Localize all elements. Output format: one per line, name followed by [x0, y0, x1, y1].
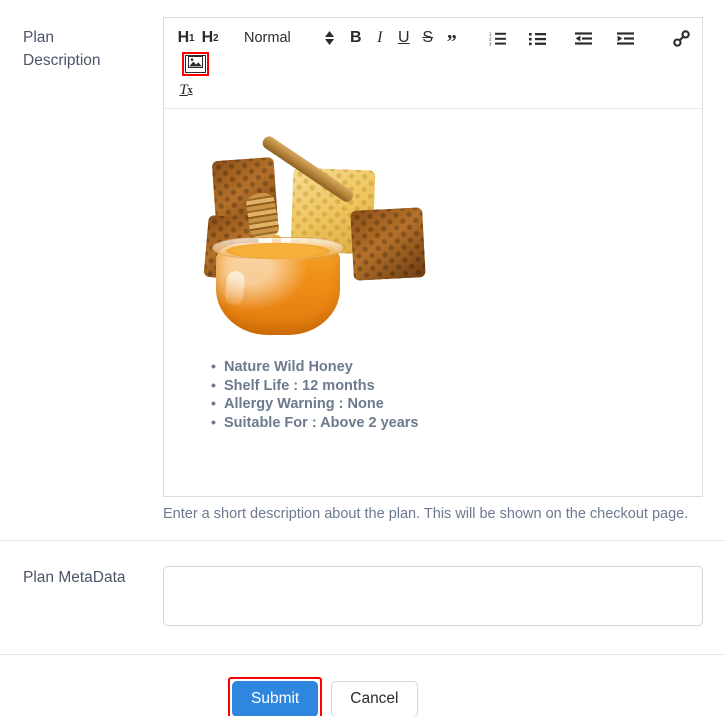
ordered-list-icon: 1 2 3	[489, 31, 507, 46]
image-button[interactable]	[185, 55, 206, 73]
submit-button[interactable]: Submit	[232, 681, 319, 716]
format-picker[interactable]: Normal	[244, 30, 334, 46]
plan-description-label: Plan Description	[0, 17, 163, 72]
list-item: Suitable For : Above 2 years	[211, 414, 688, 434]
image-icon	[188, 55, 203, 73]
strikethrough-button[interactable]: S	[416, 24, 440, 52]
heading-1-label: H	[177, 29, 190, 46]
honeycomb-piece-dark-right	[350, 207, 426, 281]
description-bullet-list: Nature Wild Honey Shelf Life : 12 months…	[178, 358, 688, 434]
plan-description-label-line2: Description	[23, 52, 101, 69]
bold-button[interactable]: B	[344, 24, 368, 52]
heading-1-sub: 1	[188, 32, 195, 44]
submit-button-highlight: Submit	[228, 677, 323, 716]
list-item: Nature Wild Honey	[211, 358, 688, 378]
list-item: Allergy Warning : None	[211, 395, 688, 415]
format-picker-value: Normal	[244, 30, 291, 46]
heading-2-button[interactable]: H2	[198, 24, 222, 52]
link-button[interactable]	[670, 24, 694, 52]
plan-metadata-label: Plan MetaData	[23, 569, 126, 586]
heading-2-sub: 2	[212, 32, 219, 44]
indent-icon	[616, 31, 635, 46]
heading-2-label: H	[201, 29, 214, 46]
underline-button[interactable]: U	[392, 24, 416, 52]
bullet-list-button[interactable]	[526, 24, 550, 52]
chevron-updown-icon	[324, 31, 334, 45]
ordered-list-button[interactable]: 1 2 3	[486, 24, 510, 52]
editor-content-area[interactable]: Nature Wild Honey Shelf Life : 12 months…	[163, 109, 703, 497]
form-actions: Submit Cancel	[0, 655, 726, 716]
link-icon	[673, 29, 690, 47]
honey-jar-surface	[226, 243, 330, 259]
list-item: Shelf Life : 12 months	[211, 377, 688, 397]
image-button-highlight	[182, 52, 209, 76]
plan-description-form: Plan Description H1 H2 Normal B I U S ” …	[0, 0, 726, 716]
rich-text-editor: H1 H2 Normal B I U S ” 1 2 3 T x • Natur…	[163, 17, 703, 522]
clear-formatting-button[interactable]: Tx	[174, 76, 198, 104]
plan-description-row: Plan Description H1 H2 Normal B I U S ” …	[0, 0, 726, 522]
editor-toolbar: H1 H2 Normal B I U S ” 1 2 3 T x	[163, 17, 703, 109]
bullet-list-icon	[528, 31, 547, 46]
indent-button[interactable]	[614, 24, 638, 52]
clear-formatting-label: T	[179, 81, 188, 98]
plan-metadata-row: Plan MetaData	[0, 541, 726, 654]
honey-product-image[interactable]	[200, 131, 450, 341]
outdent-button[interactable]	[572, 24, 596, 52]
plan-metadata-input[interactable]	[163, 566, 703, 626]
section-spacer-1	[0, 522, 726, 540]
blockquote-button[interactable]: ”	[440, 24, 464, 52]
heading-1-button[interactable]: H1	[174, 24, 198, 52]
clear-formatting-sub: x	[187, 84, 193, 96]
plan-description-label-line1: Plan	[23, 29, 55, 46]
cancel-button[interactable]: Cancel	[331, 681, 418, 716]
outdent-icon	[574, 31, 593, 46]
svg-text:3: 3	[489, 41, 492, 46]
plan-description-help-text: Enter a short description about the plan…	[163, 506, 689, 522]
italic-button[interactable]: I	[368, 24, 392, 52]
